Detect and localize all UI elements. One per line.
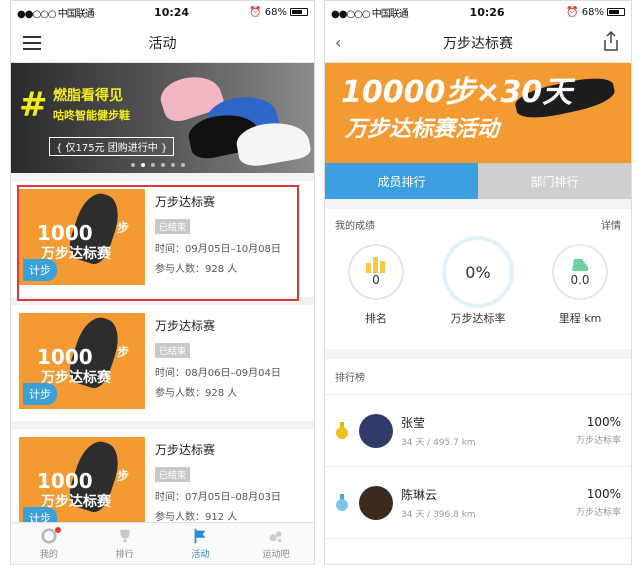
event-name: 万步达标赛 xyxy=(155,443,216,457)
share-icon[interactable] xyxy=(603,31,619,51)
stat-rank: 0 排名 xyxy=(331,244,421,326)
right-screen: ●●○○○ 中国联通 10:26 ⏰ 68% ‹ 万步达标赛 10000步×30… xyxy=(324,0,632,565)
notification-dot xyxy=(55,527,61,533)
detail-link[interactable]: 详情 xyxy=(601,217,621,232)
status-bar: ●●○○○ 中国联通 10:26 ⏰ 68% xyxy=(325,1,631,23)
left-screen: ●●○○○ 中国联通 10:24 ⏰ 68% 活动 # 燃脂看得见 咕咚智能健步… xyxy=(10,0,315,565)
tab-department-ranking[interactable]: 部门排行 xyxy=(478,163,631,199)
event-people: 参与人数：912 人 xyxy=(155,512,238,523)
stat-distance: 0.0 里程 km xyxy=(535,244,625,326)
page-title: 活动 xyxy=(148,35,177,52)
event-thumbnail: 1000 步 万步达标赛 计步 xyxy=(19,313,145,409)
promo-banner[interactable]: # 燃脂看得见 咕咚智能健步鞋 { 仅175元 团购进行中 } xyxy=(11,63,314,173)
trophy-icon xyxy=(120,529,130,543)
status-badge: 已结束 xyxy=(155,467,191,482)
bottom-tab-bar: 我的 排行 活动 运动吧 xyxy=(11,522,314,564)
member-rate-label: 万步达标率 xyxy=(575,508,621,518)
member-name: 张莹 xyxy=(401,415,426,430)
event-time: 时间：07月05日–08月03日 xyxy=(155,492,281,503)
carrier-signal: ●●○○○ 中国联通 xyxy=(331,8,409,20)
event-hero-banner: 10000步×30天 万步达标赛活动 xyxy=(325,63,631,163)
leaderboard-row[interactable]: 张莹 34 天 / 495.7 km 100% 万步达标率 xyxy=(325,395,631,467)
battery-percent: 68% xyxy=(264,6,287,18)
stat-rate: 0% 万步达标率 xyxy=(433,236,523,326)
avatar[interactable] xyxy=(359,413,393,448)
status-time: 10:26 xyxy=(469,5,505,19)
rate-value: 0% xyxy=(465,262,491,282)
banner-line3: { 仅175元 团购进行中 } xyxy=(49,137,175,156)
tab-member-ranking[interactable]: 成员排行 xyxy=(325,163,478,199)
status-time: 10:24 xyxy=(154,5,190,19)
nav-bar: 活动 xyxy=(11,23,314,63)
battery-icon xyxy=(606,8,625,16)
menu-icon[interactable] xyxy=(23,36,41,50)
leaderboard: 排行榜 张莹 34 天 / 495.7 km 100% 万步达标率 陈琳云 34… xyxy=(325,359,631,564)
banner-line1: 燃脂看得见 xyxy=(53,88,123,104)
status-badge: 已结束 xyxy=(155,343,191,358)
tab-activity[interactable]: 活动 xyxy=(163,523,239,564)
leaderboard-row[interactable]: 陈琳云 34 天 / 396.8 km 100% 万步达标率 xyxy=(325,467,631,539)
event-name: 万步达标赛 xyxy=(155,319,216,333)
member-rate: 100% xyxy=(586,415,621,429)
silver-medal-icon xyxy=(336,493,348,511)
rank-label: 排名 xyxy=(365,312,387,325)
member-name: 陈琳云 xyxy=(401,487,438,502)
back-chevron-icon[interactable]: ‹ xyxy=(335,33,341,52)
alarm-icon: ⏰ xyxy=(566,6,579,18)
event-card[interactable]: 1000 步 万步达标赛 计步 万步达标赛 已结束 时间：09月05日–10月0… xyxy=(11,181,314,301)
battery-icon xyxy=(289,8,308,16)
battery-percent: 68% xyxy=(581,6,604,18)
distance-value: 0.0 xyxy=(570,273,590,287)
distance-label: 里程 km xyxy=(558,312,602,325)
rank-value: 0 xyxy=(372,273,380,287)
event-time: 时间：08月06日–09月04日 xyxy=(155,368,281,379)
banner-line2: 咕咚智能健步鞋 xyxy=(53,109,130,122)
avatar[interactable] xyxy=(359,485,393,520)
bar-chart-icon xyxy=(366,257,385,273)
step-badge: 计步 xyxy=(23,383,57,405)
event-card[interactable]: 1000 步 万步达标赛 计步 万步达标赛 已结束 时间：08月06日–09月0… xyxy=(11,305,314,421)
hash-icon: # xyxy=(19,85,48,125)
performance-header: 我的成绩 xyxy=(335,221,375,232)
tab-mine[interactable]: 我的 xyxy=(11,523,87,564)
gold-medal-icon xyxy=(336,421,348,439)
tab-community[interactable]: 运动吧 xyxy=(238,523,314,564)
ranking-tabs: 成员排行 部门排行 xyxy=(325,163,631,199)
my-performance-card: 我的成绩 详情 0 排名 0% 万步达标率 0.0 里程 km xyxy=(325,209,631,349)
member-stats: 34 天 / 495.7 km xyxy=(401,437,476,448)
member-rate: 100% xyxy=(586,487,621,501)
event-people: 参与人数：928 人 xyxy=(155,388,238,399)
shoe-icon xyxy=(572,259,588,271)
selection-highlight xyxy=(17,185,299,301)
carrier-signal: ●●○○○ 中国联通 xyxy=(17,8,95,20)
rate-label: 万步达标率 xyxy=(450,312,506,325)
page-title: 万步达标赛 xyxy=(443,35,513,52)
event-thumbnail: 1000 步 万步达标赛 计步 xyxy=(19,437,145,533)
flag-icon xyxy=(194,528,206,544)
nav-bar: ‹ 万步达标赛 xyxy=(325,23,631,63)
tab-ranking[interactable]: 排行 xyxy=(87,523,163,564)
hero-line1: 10000步×30天 xyxy=(341,75,573,110)
member-stats: 34 天 / 396.8 km xyxy=(401,509,476,520)
leaderboard-header: 排行榜 xyxy=(325,359,631,395)
status-bar: ●●○○○ 中国联通 10:24 ⏰ 68% xyxy=(11,1,314,23)
member-rate-label: 万步达标率 xyxy=(575,436,621,446)
hero-line2: 万步达标赛活动 xyxy=(345,117,500,142)
alarm-icon: ⏰ xyxy=(249,6,262,18)
bubbles-icon xyxy=(269,531,282,543)
carousel-dots[interactable] xyxy=(131,163,185,167)
